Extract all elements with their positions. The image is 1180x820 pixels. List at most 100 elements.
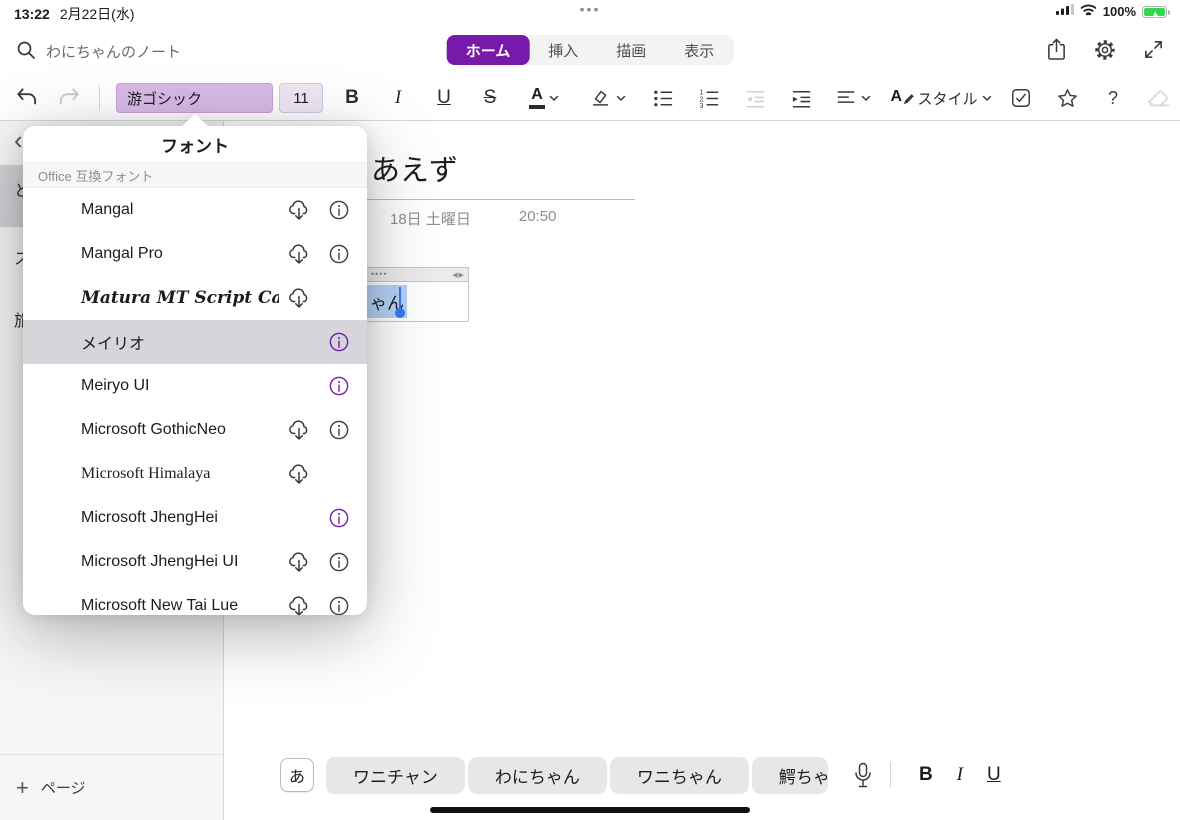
download-cloud-icon[interactable] [279, 408, 319, 452]
selection-handle-stem[interactable] [399, 287, 401, 310]
star-tag-icon[interactable] [1049, 76, 1085, 120]
font-size-field[interactable]: 11 [279, 76, 323, 120]
download-cloud-icon[interactable] [279, 188, 319, 232]
download-cloud-icon[interactable] [279, 452, 319, 496]
add-page-button[interactable]: + ページ [0, 754, 223, 820]
selection-handle-dot[interactable] [395, 308, 405, 318]
table-resize-arrows-icon[interactable]: ◀▶ [452, 271, 465, 279]
keyboard-language-key[interactable]: あ [280, 758, 314, 792]
multitask-dots-icon[interactable]: ••• [580, 1, 601, 17]
download-cloud-icon[interactable] [279, 584, 319, 615]
font-option[interactable]: Mangal [23, 188, 367, 232]
tab-表示[interactable]: 表示 [665, 35, 733, 65]
ribbon-tabs: ホーム 挿入 描画 表示 [446, 35, 734, 65]
outdent-icon[interactable] [737, 76, 773, 120]
font-name-value: 游ゴシック [127, 90, 203, 108]
suggestion-bar: ワニチャン わにちゃん ワニちゃん 鰐ちゃ [326, 756, 828, 794]
underline-button[interactable]: U [426, 76, 462, 120]
battery-percent: 100% [1102, 4, 1136, 19]
note-table[interactable]: •••• ◀▶ ゃん [365, 267, 469, 322]
kb-italic-button[interactable]: I [943, 764, 977, 786]
page-title[interactable]: あえず [371, 147, 458, 189]
suggestion-chip[interactable]: ワニチャン [326, 756, 465, 794]
font-name: Mangal Pro [81, 245, 163, 262]
font-info-icon[interactable] [319, 408, 359, 452]
font-option[interactable]: Microsoft GothicNeo [23, 408, 367, 452]
font-info-icon [319, 276, 359, 320]
share-icon[interactable] [1046, 37, 1067, 67]
font-option[interactable]: Mangal Pro [23, 232, 367, 276]
font-name: Microsoft GothicNeo [81, 421, 226, 438]
suggestion-chip[interactable]: わにちゃん [467, 756, 607, 794]
font-section-header: Office 互換フォント [23, 162, 367, 188]
font-size-value: 11 [293, 89, 309, 107]
styles-pen-icon: A [890, 87, 915, 109]
highlighter-button[interactable] [582, 76, 634, 120]
font-info-icon[interactable] [319, 188, 359, 232]
font-option[interactable]: Microsoft JhengHei UI [23, 540, 367, 584]
suggestion-chip[interactable]: ワニちゃん [609, 756, 749, 794]
page-date: 18日 土曜日 [390, 211, 471, 228]
table-drag-dots-icon[interactable]: •••• [371, 270, 388, 279]
todo-checkbox-icon[interactable] [1003, 76, 1039, 120]
tab-ホーム[interactable]: ホーム [446, 35, 530, 65]
font-name: Microsoft JhengHei UI [81, 553, 239, 570]
undo-button[interactable] [10, 76, 44, 120]
search-icon[interactable] [16, 40, 36, 65]
table-cell[interactable]: ゃん [365, 282, 469, 322]
font-info-icon[interactable] [319, 540, 359, 584]
font-name: Microsoft Himalaya [81, 465, 211, 482]
download-cloud-icon [279, 496, 319, 540]
notebook-title[interactable]: わにちゃんのノート [46, 41, 181, 62]
download-cloud-icon[interactable] [279, 232, 319, 276]
kb-underline-button[interactable]: U [977, 764, 1011, 786]
font-option[interactable]: Microsoft JhengHei [23, 496, 367, 540]
download-cloud-icon [279, 364, 319, 408]
font-info-icon[interactable] [319, 584, 359, 615]
redo-button[interactable] [52, 76, 86, 120]
kb-bold-button[interactable]: B [909, 764, 943, 786]
settings-gear-icon[interactable] [1093, 38, 1117, 67]
italic-button[interactable]: I [380, 76, 416, 120]
styles-button[interactable]: A スタイル [889, 76, 993, 120]
font-name: Mangal [81, 201, 134, 218]
keyboard-accessory-bar: あ ワニチャン わにちゃん ワニちゃん 鰐ちゃ B I U [280, 752, 1011, 798]
font-info-icon[interactable] [319, 496, 359, 540]
bold-button[interactable]: B [334, 76, 370, 120]
font-option[interactable]: Microsoft New Tai Lue [23, 584, 367, 615]
home-indicator[interactable] [430, 807, 750, 813]
table-move-handle[interactable]: •••• ◀▶ [365, 267, 469, 282]
font-color-button[interactable]: A [518, 76, 570, 120]
font-name: Microsoft JhengHei [81, 509, 218, 526]
font-list: Mangal Mangal Pro Matura MT Script Capital… [23, 188, 367, 615]
font-info-icon[interactable] [319, 364, 359, 408]
strikethrough-button[interactable]: S [472, 76, 508, 120]
eraser-icon[interactable] [1141, 76, 1177, 120]
page-time: 20:50 [518, 208, 557, 225]
fullscreen-expand-icon[interactable] [1143, 39, 1164, 65]
font-info-icon[interactable] [319, 232, 359, 276]
plus-icon: + [16, 774, 29, 800]
font-option[interactable]: メイリオ [23, 320, 367, 364]
font-option[interactable]: Matura MT Script Capitals [23, 276, 367, 320]
font-info-icon[interactable] [319, 320, 359, 364]
note-canvas[interactable]: あえず 18日 土曜日 20:50 •••• ◀▶ ゃん [224, 121, 1180, 820]
bullet-list-icon[interactable] [645, 76, 681, 120]
font-option[interactable]: Microsoft Himalaya [23, 452, 367, 496]
dictation-mic-icon[interactable] [854, 762, 872, 789]
battery-icon [1142, 5, 1170, 19]
indent-icon[interactable] [783, 76, 819, 120]
suggestion-chip[interactable]: 鰐ちゃ [751, 756, 828, 794]
svg-text:3: 3 [699, 102, 703, 110]
question-tag-button[interactable]: ? [1095, 76, 1131, 120]
onenote-app: 13:22 2月22日(水) ••• 100% わにちゃんのノート ホーム 挿入描… [0, 0, 1180, 820]
font-info-icon [319, 452, 359, 496]
tab-描画[interactable]: 描画 [597, 35, 665, 65]
font-option[interactable]: Meiryo UI [23, 364, 367, 408]
download-cloud-icon[interactable] [279, 540, 319, 584]
alignment-button[interactable] [827, 76, 879, 120]
numbered-list-icon[interactable]: 123 [691, 76, 727, 120]
tab-挿入[interactable]: 挿入 [529, 35, 597, 65]
download-cloud-icon[interactable] [279, 276, 319, 320]
font-popover: フォント Office 互換フォント Mangal Mangal Pro Matur… [23, 114, 367, 615]
